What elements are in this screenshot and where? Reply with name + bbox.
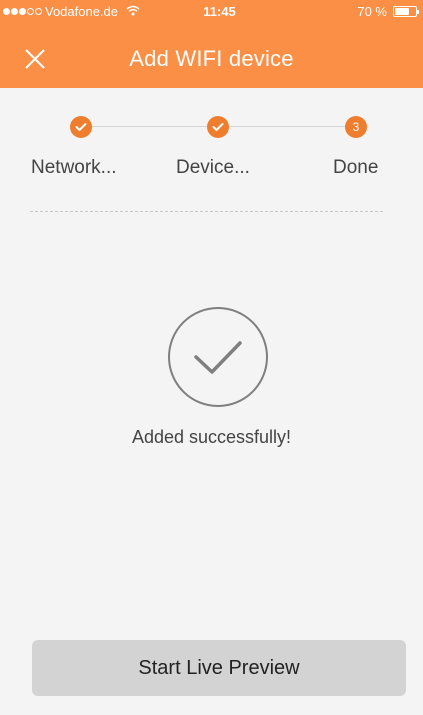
battery-percentage: 70 % xyxy=(357,4,387,19)
progress-stepper: 3 Network... Device... Done xyxy=(0,113,423,188)
header: Vodafone.de 11:45 70 % Add WIFI device xyxy=(0,0,423,88)
page-title: Add WIFI device xyxy=(129,46,294,71)
step-1-check-icon xyxy=(70,116,92,138)
status-bar: Vodafone.de 11:45 70 % xyxy=(0,0,423,22)
step-3-number: 3 xyxy=(345,116,367,138)
start-live-preview-button[interactable]: Start Live Preview xyxy=(32,640,406,696)
divider xyxy=(30,211,383,212)
step-2-label: Device... xyxy=(176,157,250,178)
battery-icon xyxy=(393,6,419,17)
add-wifi-device-screen: Vodafone.de 11:45 70 % Add WIFI device 3… xyxy=(0,0,423,715)
step-1-label: Network... xyxy=(31,157,117,178)
checkmark-circle-icon xyxy=(167,306,269,408)
step-connector xyxy=(92,126,207,127)
step-2-check-icon xyxy=(207,116,229,138)
nav-bar: Add WIFI device xyxy=(0,30,423,88)
status-right: 70 % xyxy=(357,4,419,19)
step-connector xyxy=(230,126,345,127)
step-3-label: Done xyxy=(333,157,379,178)
success-message: Added successfully! xyxy=(131,427,292,447)
